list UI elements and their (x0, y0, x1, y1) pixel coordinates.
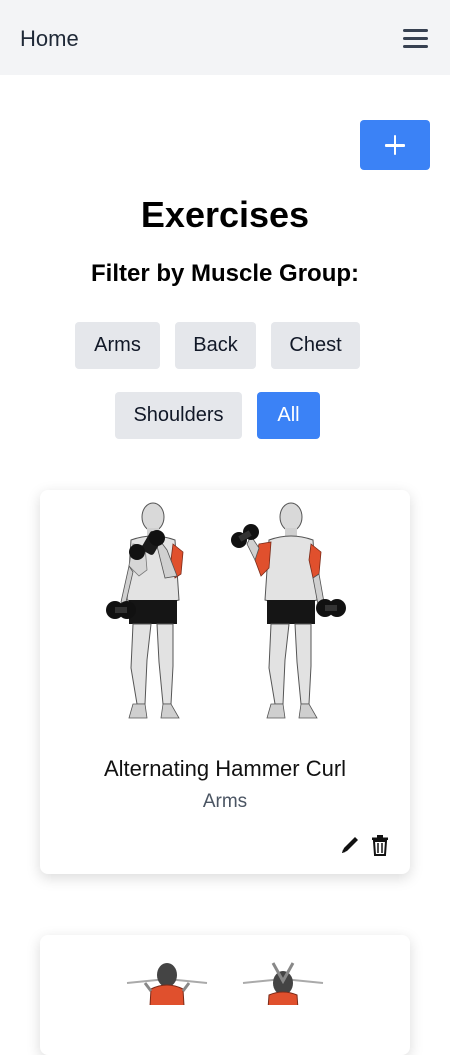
hammer-curl-illustration (87, 490, 360, 730)
filter-back-button[interactable]: Back (175, 322, 256, 369)
home-link[interactable]: Home (20, 24, 79, 54)
back-exercise-illustration (87, 935, 360, 1055)
filter-chest-button[interactable]: Chest (271, 322, 360, 369)
exercise-name: Alternating Hammer Curl (103, 756, 347, 781)
filter-all-button[interactable]: All (257, 392, 320, 439)
filter-heading: Filter by Muscle Group: (90, 260, 360, 287)
filter-arms-button[interactable]: Arms (75, 322, 160, 369)
hamburger-menu-icon[interactable] (400, 24, 430, 54)
top-nav-bar: Home (0, 0, 450, 75)
trash-icon[interactable] (370, 834, 390, 856)
exercise-card[interactable]: Alternating Hammer Curl Arms (40, 490, 410, 874)
pencil-icon[interactable] (339, 834, 361, 856)
exercise-muscle-group: Arms (202, 791, 248, 812)
exercise-card[interactable] (40, 935, 410, 1055)
page-title: Exercises (140, 194, 310, 235)
filter-shoulders-button[interactable]: Shoulders (115, 392, 242, 439)
add-exercise-button[interactable] (360, 120, 430, 170)
